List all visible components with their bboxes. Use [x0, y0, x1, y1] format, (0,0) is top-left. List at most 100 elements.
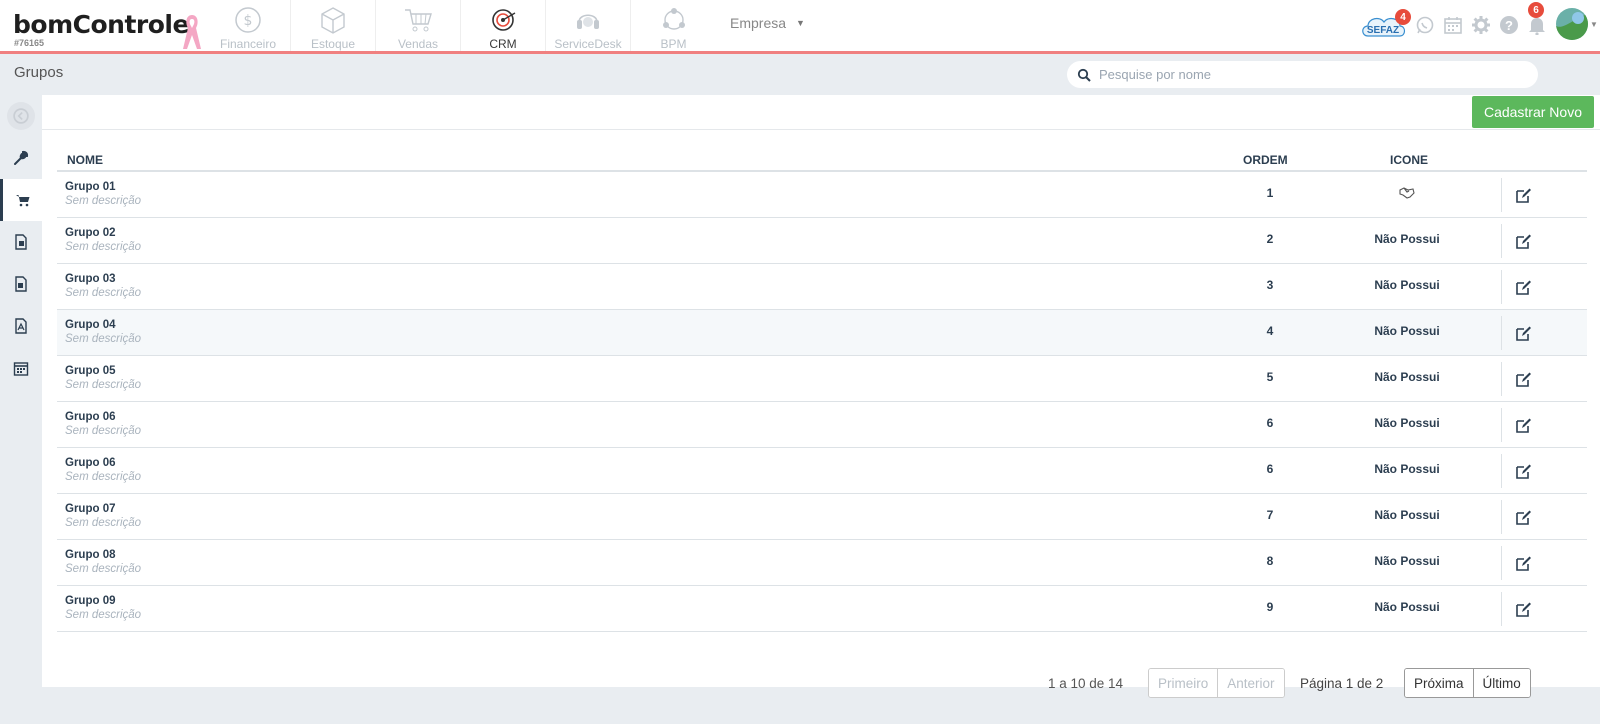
group-name: Grupo 06	[65, 411, 116, 423]
table-row[interactable]: Grupo 06 Sem descrição 6 Não Possui	[57, 402, 1587, 448]
edit-button[interactable]	[1501, 408, 1545, 442]
sidebar-item-tools[interactable]	[0, 137, 42, 179]
box-icon	[321, 7, 345, 34]
calendar-icon	[13, 362, 29, 376]
previous-page-button[interactable]: Anterior	[1217, 669, 1284, 697]
sefaz-badge: 4	[1395, 9, 1411, 25]
column-header-icon[interactable]: ICONE	[1390, 153, 1428, 167]
gear-icon[interactable]	[1471, 15, 1491, 35]
pagination: 1 a 10 de 14 Primeiro Anterior Página 1 …	[57, 668, 1587, 700]
help-icon[interactable]: ?	[1499, 15, 1519, 35]
group-order: 6	[1266, 462, 1274, 476]
sidebar-item-cart[interactable]	[0, 179, 42, 221]
svg-text:?: ?	[1505, 18, 1513, 33]
row-icon-cell	[1357, 186, 1457, 203]
module-label: ServiceDesk	[554, 37, 622, 51]
row-icon-cell: Não Possui	[1374, 554, 1440, 568]
bell-icon[interactable]	[1527, 15, 1547, 35]
group-order: 8	[1266, 554, 1274, 568]
row-icon-cell: Não Possui	[1374, 462, 1440, 476]
row-icon-cell: Não Possui	[1374, 232, 1440, 246]
edit-button[interactable]	[1501, 592, 1545, 626]
module-estoque[interactable]: Estoque	[291, 0, 376, 51]
table-row[interactable]: Grupo 08 Sem descrição 8 Não Possui	[57, 540, 1587, 586]
module-servicedesk[interactable]: ServiceDesk	[546, 0, 631, 51]
row-icon-cell: Não Possui	[1374, 600, 1440, 614]
row-icon-cell: Não Possui	[1374, 324, 1440, 338]
edit-button[interactable]	[1501, 270, 1545, 304]
column-header-order[interactable]: ORDEM	[1243, 153, 1288, 167]
groups-table: NOME ORDEM ICONE Grupo 01 Sem descrição …	[57, 145, 1587, 698]
calendar-icon[interactable]	[1443, 15, 1463, 35]
group-description: Sem descrição	[65, 241, 142, 253]
edit-button[interactable]	[1501, 454, 1545, 488]
group-order: 4	[1266, 324, 1274, 338]
user-avatar[interactable]	[1556, 8, 1588, 40]
table-row[interactable]: Grupo 01 Sem descrição 1	[57, 172, 1587, 218]
edit-icon	[1516, 418, 1531, 433]
group-name: Grupo 08	[65, 549, 116, 561]
pagination-back-group: Primeiro Anterior	[1148, 668, 1285, 698]
table-header: NOME ORDEM ICONE	[57, 145, 1587, 172]
edit-button[interactable]	[1501, 546, 1545, 580]
group-name: Grupo 01	[65, 181, 116, 193]
table-row[interactable]: Grupo 07 Sem descrição 7 Não Possui	[57, 494, 1587, 540]
table-row[interactable]: Grupo 05 Sem descrição 5 Não Possui	[57, 356, 1587, 402]
sidebar-collapse-button[interactable]	[0, 95, 42, 137]
edit-button[interactable]	[1501, 316, 1545, 350]
search-icon	[1077, 68, 1091, 82]
table-row[interactable]: Grupo 02 Sem descrição 2 Não Possui	[57, 218, 1587, 264]
group-name: Grupo 06	[65, 457, 116, 469]
module-nav: $ Financeiro Estoque Vendas CRM ServiceD…	[206, 0, 716, 51]
group-description: Sem descrição	[65, 517, 142, 529]
column-header-name[interactable]: NOME	[67, 153, 103, 167]
row-icon-cell: Não Possui	[1374, 370, 1440, 384]
sidebar-item-pdf[interactable]	[0, 305, 42, 347]
avatar-caret-icon[interactable]: ▼	[1590, 20, 1598, 29]
table-row[interactable]: Grupo 04 Sem descrição 4 Não Possui	[57, 310, 1587, 356]
group-name: Grupo 03	[65, 273, 116, 285]
sidebar	[0, 95, 42, 685]
edit-button[interactable]	[1501, 500, 1545, 534]
brand-logo[interactable]: bomControle #76165	[13, 10, 189, 48]
target-icon	[492, 9, 516, 31]
module-vendas[interactable]: Vendas	[376, 0, 461, 51]
last-page-button[interactable]: Último	[1472, 669, 1530, 697]
company-selector-label: Empresa	[730, 15, 787, 31]
top-navigation-bar: bomControle #76165 $ Financeiro Estoque …	[0, 0, 1600, 54]
whatsapp-icon[interactable]	[1415, 15, 1435, 35]
table-row[interactable]: Grupo 06 Sem descrição 6 Não Possui	[57, 448, 1587, 494]
group-name: Grupo 09	[65, 595, 116, 607]
module-crm[interactable]: CRM	[461, 0, 546, 51]
module-financeiro[interactable]: $ Financeiro	[206, 0, 291, 51]
module-bpm[interactable]: BPM	[631, 0, 716, 51]
edit-button[interactable]	[1501, 178, 1545, 212]
edit-icon	[1516, 556, 1531, 571]
group-description: Sem descrição	[65, 425, 142, 437]
first-page-button[interactable]: Primeiro	[1149, 669, 1218, 697]
module-label: Vendas	[397, 37, 439, 51]
sidebar-item-calendar[interactable]	[0, 347, 42, 389]
new-group-button[interactable]: Cadastrar Novo	[1471, 96, 1594, 128]
process-icon	[662, 8, 685, 30]
company-selector[interactable]: Empresa ▼	[730, 15, 805, 31]
table-row[interactable]: Grupo 09 Sem descrição 9 Não Possui	[57, 586, 1587, 632]
group-name: Grupo 05	[65, 365, 116, 377]
next-page-button[interactable]: Próxima	[1405, 669, 1473, 697]
group-order: 7	[1266, 508, 1274, 522]
page-title: Grupos	[14, 64, 64, 81]
row-icon-cell: Não Possui	[1374, 278, 1440, 292]
pdf-file-icon	[15, 318, 27, 334]
module-label: Estoque	[310, 37, 356, 51]
group-description: Sem descrição	[65, 195, 142, 207]
edit-button[interactable]	[1501, 224, 1545, 258]
module-label: Financeiro	[219, 37, 277, 51]
group-description: Sem descrição	[65, 379, 142, 391]
sidebar-item-document-2[interactable]	[0, 263, 42, 305]
module-label: BPM	[660, 37, 687, 51]
cart-icon	[15, 195, 29, 207]
edit-button[interactable]	[1501, 362, 1545, 396]
search-input[interactable]	[1099, 67, 1519, 82]
sidebar-item-document[interactable]	[0, 221, 42, 263]
table-row[interactable]: Grupo 03 Sem descrição 3 Não Possui	[57, 264, 1587, 310]
